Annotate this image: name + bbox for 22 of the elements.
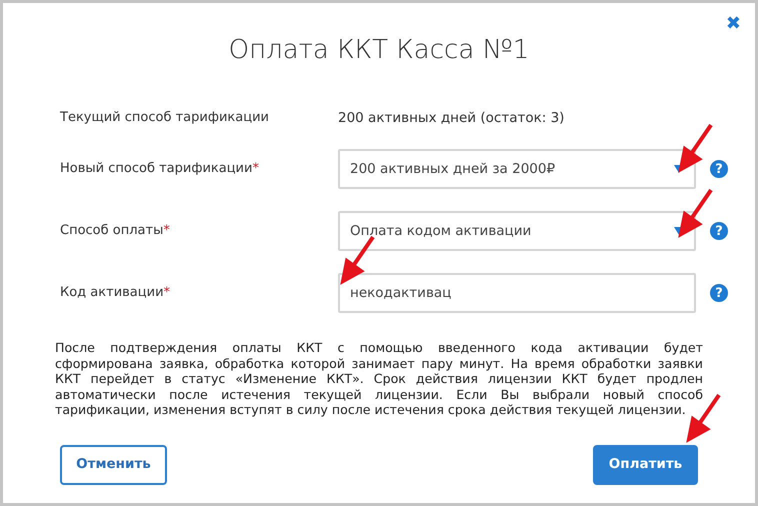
dropdown[interactable]: 200 активных дней за 2000₽ (338, 149, 696, 189)
field-label: Способ оплаты (60, 223, 164, 238)
help-button[interactable]: ? (710, 222, 728, 240)
annotation-arrow-icon (675, 123, 715, 173)
field-label: Новый способ тарификации (60, 161, 252, 176)
dropdown[interactable]: Оплата кодом активации (338, 211, 696, 251)
field-label: Текущий способ тарификации (60, 110, 269, 126)
required-mark: * (164, 285, 170, 300)
field-label: Код активации (60, 285, 164, 300)
help-button[interactable]: ? (710, 160, 728, 178)
help-button[interactable]: ? (710, 284, 728, 302)
cancel-button[interactable]: Отменить (60, 444, 167, 484)
pay-button[interactable]: Оплатить (593, 444, 698, 484)
annotation-arrow-icon (337, 235, 377, 285)
dialog-title: Оплата ККТ Касса №1 (228, 34, 530, 67)
input-field[interactable]: некодактивац (338, 273, 696, 313)
close-button[interactable]: ✖ (726, 15, 741, 33)
annotation-arrow-icon (675, 188, 715, 238)
required-mark: * (163, 223, 170, 238)
field-value: 200 активных дней (остаток: 3) (338, 108, 564, 128)
required-mark: * (252, 161, 259, 176)
notice-text: После подтверждения оплаты ККТ с помощью введенного кода активации будет сформирована заявка, обработка которой занимает пару минут. На время обработки заявки ККТ перейдет в статус «Изменение ККТ». Срок действия лицензии ККТ будет продлен автоматически после истечения текущей лицензии. Если Вы выбрали новый способ тарификации, изменения вступят в силу после истечения срока действия текущей лицензии. (55, 340, 703, 418)
